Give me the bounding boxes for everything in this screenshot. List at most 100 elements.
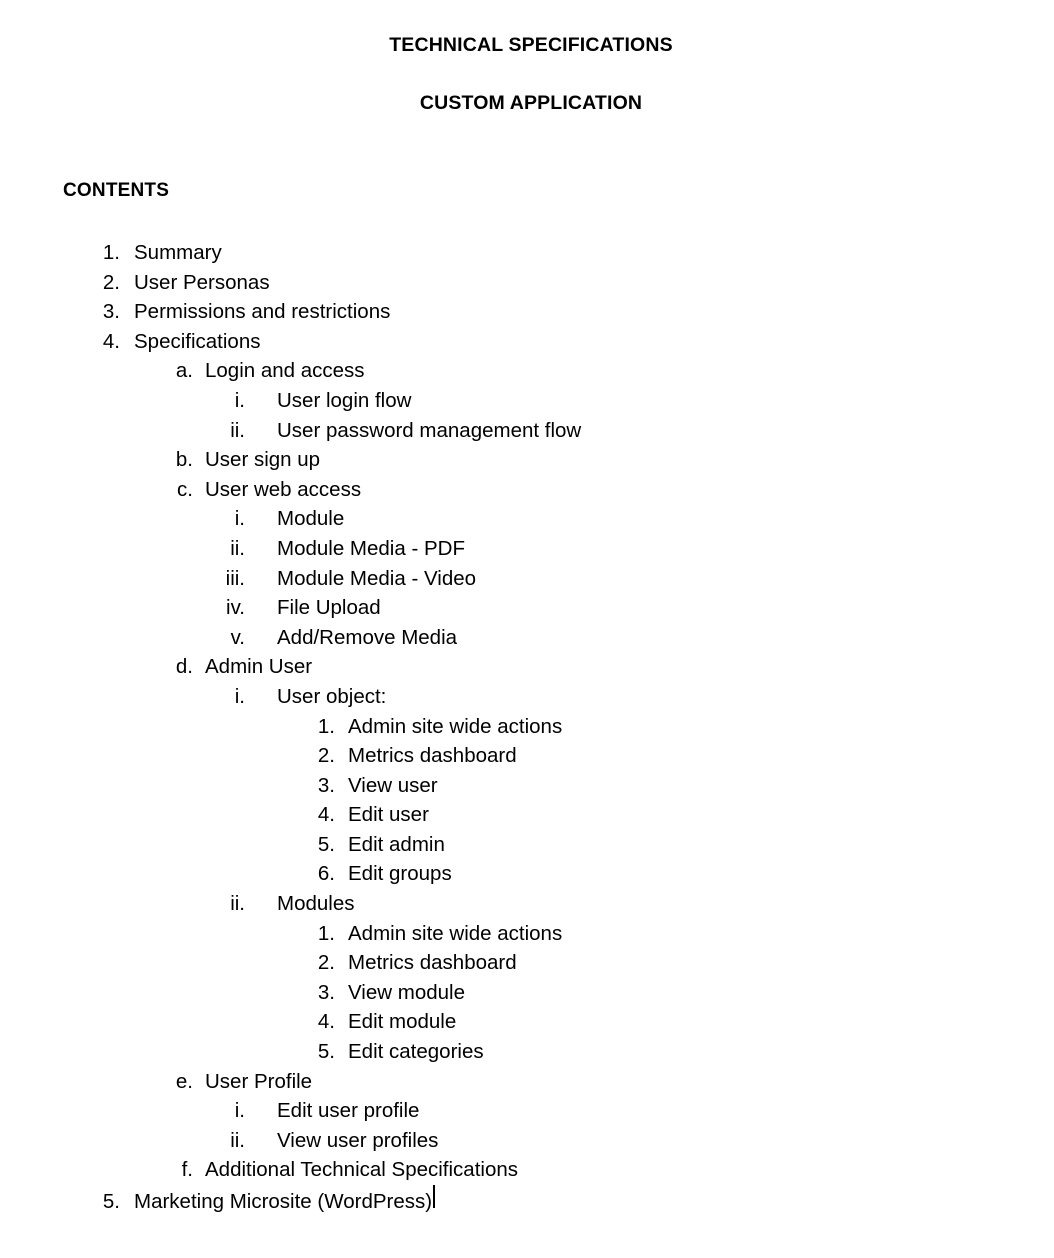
outline-item-marker: b.	[175, 448, 193, 472]
outline-item-label: Edit groups	[348, 862, 452, 886]
outline-item-label: User object:	[277, 684, 387, 708]
outline-item-marker: ii.	[230, 892, 245, 916]
outline-item-label: Edit user	[348, 803, 429, 827]
outline-item-marker: ii.	[230, 536, 245, 560]
outline-item-marker: 6.	[317, 862, 335, 886]
outline-item: 5. Edit categories	[0, 1037, 1054, 1067]
outline-item: e. User Profile	[0, 1067, 1054, 1097]
outline-item-label: Metrics dashboard	[348, 744, 517, 768]
outline-item: 2. Metrics dashboard	[0, 741, 1054, 771]
outline-item-marker: 5.	[317, 1040, 335, 1064]
outline-item-marker: 3.	[317, 773, 335, 797]
outline-item-label: Permissions and restrictions	[134, 300, 391, 324]
outline-item: 4. Edit user	[0, 800, 1054, 830]
outline-item: 5. Edit admin	[0, 830, 1054, 860]
outline-item: d. Admin User	[0, 652, 1054, 682]
outline-item-marker: 2.	[317, 744, 335, 768]
outline-item-label: Edit categories	[348, 1040, 484, 1064]
outline-item-marker: 1.	[317, 714, 335, 738]
outline-item-marker: 1.	[317, 921, 335, 945]
outline-item: 4. Edit module	[0, 1007, 1054, 1037]
outline-item-marker: 2.	[317, 951, 335, 975]
outline-item-marker: ii.	[230, 418, 245, 442]
outline-item-label: Module	[277, 507, 345, 531]
outline-item-marker: i.	[234, 684, 245, 708]
outline-item-label: Edit module	[348, 1010, 457, 1034]
outline-item-marker: v.	[230, 625, 245, 649]
outline-item-label: Summary	[134, 241, 222, 264]
outline-item-marker: 5.	[102, 1190, 120, 1213]
text-cursor-caret	[433, 1185, 436, 1208]
outline-item-label: Login and access	[205, 359, 365, 383]
outline-item: 2. Metrics dashboard	[0, 948, 1054, 978]
outline-item-label: View module	[348, 980, 465, 1004]
outline-item: a. Login and access	[0, 356, 1054, 386]
outline-item-label: Module Media - PDF	[277, 536, 465, 560]
outline-item-label: User Personas	[134, 270, 270, 294]
outline-item: 2. User Personas	[0, 268, 1054, 298]
outline-item: iv. File Upload	[0, 593, 1054, 623]
outline-item-marker: 4.	[317, 803, 335, 827]
outline-item: 1. Admin site wide actions	[0, 712, 1054, 742]
outline-item: ii. User password management flow	[0, 416, 1054, 446]
outline-item-label: User password management flow	[277, 418, 582, 442]
document-title-line-2: CUSTOM APPLICATION	[419, 92, 643, 114]
outline-item: i. Edit user profile	[0, 1096, 1054, 1126]
outline-item-marker: 3.	[102, 300, 120, 324]
outline-item-marker: c.	[177, 477, 193, 501]
outline-item: 5. Marketing Microsite (WordPress)	[0, 1185, 1054, 1215]
outline-item: c. User web access	[0, 475, 1054, 505]
outline-item: iii. Module Media - Video	[0, 564, 1054, 594]
outline-item-marker: 5.	[317, 832, 335, 856]
outline-item: ii. Module Media - PDF	[0, 534, 1054, 564]
document-page: TECHNICAL SPECIFICATIONS CUSTOM APPLICAT…	[0, 0, 1054, 1258]
outline-item-marker: i.	[234, 388, 245, 412]
outline-item-marker: f.	[181, 1158, 193, 1182]
outline-item-marker: 1.	[102, 241, 120, 264]
outline-item-marker: e.	[175, 1069, 193, 1093]
outline-item-label: Modules	[277, 892, 355, 916]
table-of-contents-list: 1. Summary 2. User Personas 3. Permissions an…	[0, 238, 1054, 1215]
outline-item-label: Admin User	[205, 655, 313, 679]
outline-item-marker: ii.	[230, 1128, 245, 1152]
outline-item-label: User Profile	[205, 1069, 313, 1093]
outline-item-marker: iv.	[226, 596, 245, 620]
outline-item: 6. Edit groups	[0, 859, 1054, 889]
outline-item-marker: d.	[175, 655, 193, 679]
outline-item-marker: i.	[234, 507, 245, 531]
outline-item: v. Add/Remove Media	[0, 623, 1054, 653]
outline-item-label: Metrics dashboard	[348, 951, 517, 975]
outline-item: 4. Specifications	[0, 327, 1054, 357]
outline-item-label: Marketing Microsite (WordPress)	[134, 1190, 433, 1213]
outline-item-label: Admin site wide actions	[348, 921, 563, 945]
document-title-line-1: TECHNICAL SPECIFICATIONS	[389, 34, 673, 56]
outline-item: 3. View module	[0, 978, 1054, 1008]
outline-item: 3. View user	[0, 771, 1054, 801]
outline-item: 1. Admin site wide actions	[0, 919, 1054, 949]
outline-item-marker: iii.	[225, 566, 245, 590]
outline-item-label: Edit admin	[348, 832, 445, 856]
outline-item-marker: 4.	[102, 329, 120, 353]
outline-item-label: File Upload	[277, 596, 381, 620]
outline-item-marker: a.	[175, 359, 193, 383]
outline-item-marker: 4.	[317, 1010, 335, 1034]
outline-item: b. User sign up	[0, 445, 1054, 475]
outline-item-marker: i.	[234, 1099, 245, 1123]
outline-item: ii. View user profiles	[0, 1126, 1054, 1156]
contents-heading: CONTENTS	[63, 180, 170, 201]
outline-item: f. Additional Technical Specifications	[0, 1155, 1054, 1185]
outline-item: i. User object:	[0, 682, 1054, 712]
outline-item-label: User sign up	[205, 448, 321, 472]
outline-item-label: Admin site wide actions	[348, 714, 563, 738]
outline-item: i. Module	[0, 504, 1054, 534]
outline-item-label: User login flow	[277, 388, 412, 412]
outline-item: 1. Summary	[0, 238, 1054, 268]
outline-item-label: Module Media - Video	[277, 566, 477, 590]
outline-item: i. User login flow	[0, 386, 1054, 416]
outline-item-label: Add/Remove Media	[277, 625, 458, 649]
outline-item-label: View user profiles	[277, 1128, 439, 1152]
outline-item-label: Additional Technical Specifications	[205, 1158, 519, 1182]
outline-item-label: User web access	[205, 477, 362, 501]
outline-item-marker: 2.	[102, 270, 120, 294]
outline-item-marker: 3.	[317, 980, 335, 1004]
